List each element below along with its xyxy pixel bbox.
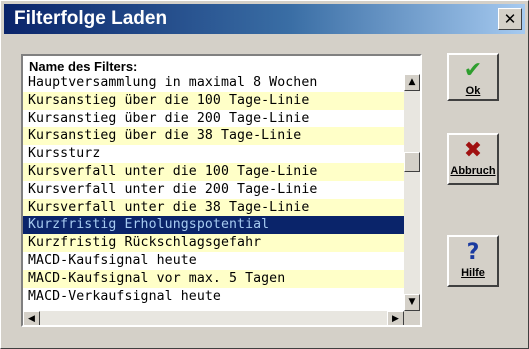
list-item[interactable]: Kurzfristig Erholungspotential xyxy=(23,216,404,235)
scroll-down-button[interactable]: ▼ xyxy=(404,294,420,311)
ok-button-label: Ok xyxy=(465,85,481,97)
list-header: Name des Filters: xyxy=(23,56,404,76)
list-item[interactable]: Kurssturz xyxy=(23,145,404,163)
list-item[interactable]: Kursverfall unter die 38 Tage-Linie xyxy=(23,198,404,217)
help-button[interactable]: ? Hilfe xyxy=(447,235,499,287)
cancel-button-label: Abbruch xyxy=(450,165,496,177)
list-item[interactable]: Kursverfall unter die 100 Tage-Linie xyxy=(23,162,404,181)
question-icon: ? xyxy=(466,240,480,265)
scroll-right-button[interactable]: ▶ xyxy=(387,311,404,325)
filter-list[interactable]: Name des Filters: Hauptversammlung in ma… xyxy=(21,54,422,327)
list-item[interactable]: MACD-Kaufsignal vor max. 5 Tagen xyxy=(23,269,404,288)
list-item[interactable]: Kursverfall unter die 200 Tage-Linie xyxy=(23,181,404,199)
title-bar[interactable]: Filterfolge Laden ✕ xyxy=(4,4,525,34)
list-item[interactable]: Hauptversammlung in maximal 8 Wochen xyxy=(23,74,404,92)
vertical-scroll-thumb[interactable] xyxy=(404,152,420,172)
x-icon: ✖ xyxy=(463,138,483,163)
window-title: Filterfolge Laden xyxy=(14,8,168,29)
list-rows: Hauptversammlung in maximal 8 Wochen Kurs… xyxy=(23,74,404,311)
ok-button[interactable]: ✔ Ok xyxy=(447,53,499,101)
list-item[interactable]: MACD-Kaufsignal heute xyxy=(23,252,404,270)
scroll-up-button[interactable]: ▲ xyxy=(404,74,420,91)
dialog-window: Filterfolge Laden ✕ Name des Filters: Ha… xyxy=(0,0,529,349)
list-item[interactable]: Kursanstieg über die 38 Tage-Linie xyxy=(23,127,404,146)
close-button[interactable]: ✕ xyxy=(498,8,522,30)
help-button-label: Hilfe xyxy=(461,267,485,279)
vertical-scrollbar[interactable]: ▲ ▼ xyxy=(404,74,420,311)
check-icon: ✔ xyxy=(463,58,483,83)
list-item[interactable]: Kursanstieg über die 100 Tage-Linie xyxy=(23,91,404,110)
scroll-left-button[interactable]: ◀ xyxy=(23,311,40,325)
list-item[interactable]: MACD-Verkaufsignal heute xyxy=(23,288,404,306)
list-item[interactable]: Kursanstieg über die 200 Tage-Linie xyxy=(23,110,404,128)
horizontal-scrollbar[interactable]: ◀ ▶ xyxy=(23,311,404,325)
cancel-button[interactable]: ✖ Abbruch xyxy=(447,133,499,185)
list-item[interactable]: Kurzfristig Rückschlagsgefahr xyxy=(23,234,404,252)
scrollbar-corner xyxy=(404,311,420,325)
